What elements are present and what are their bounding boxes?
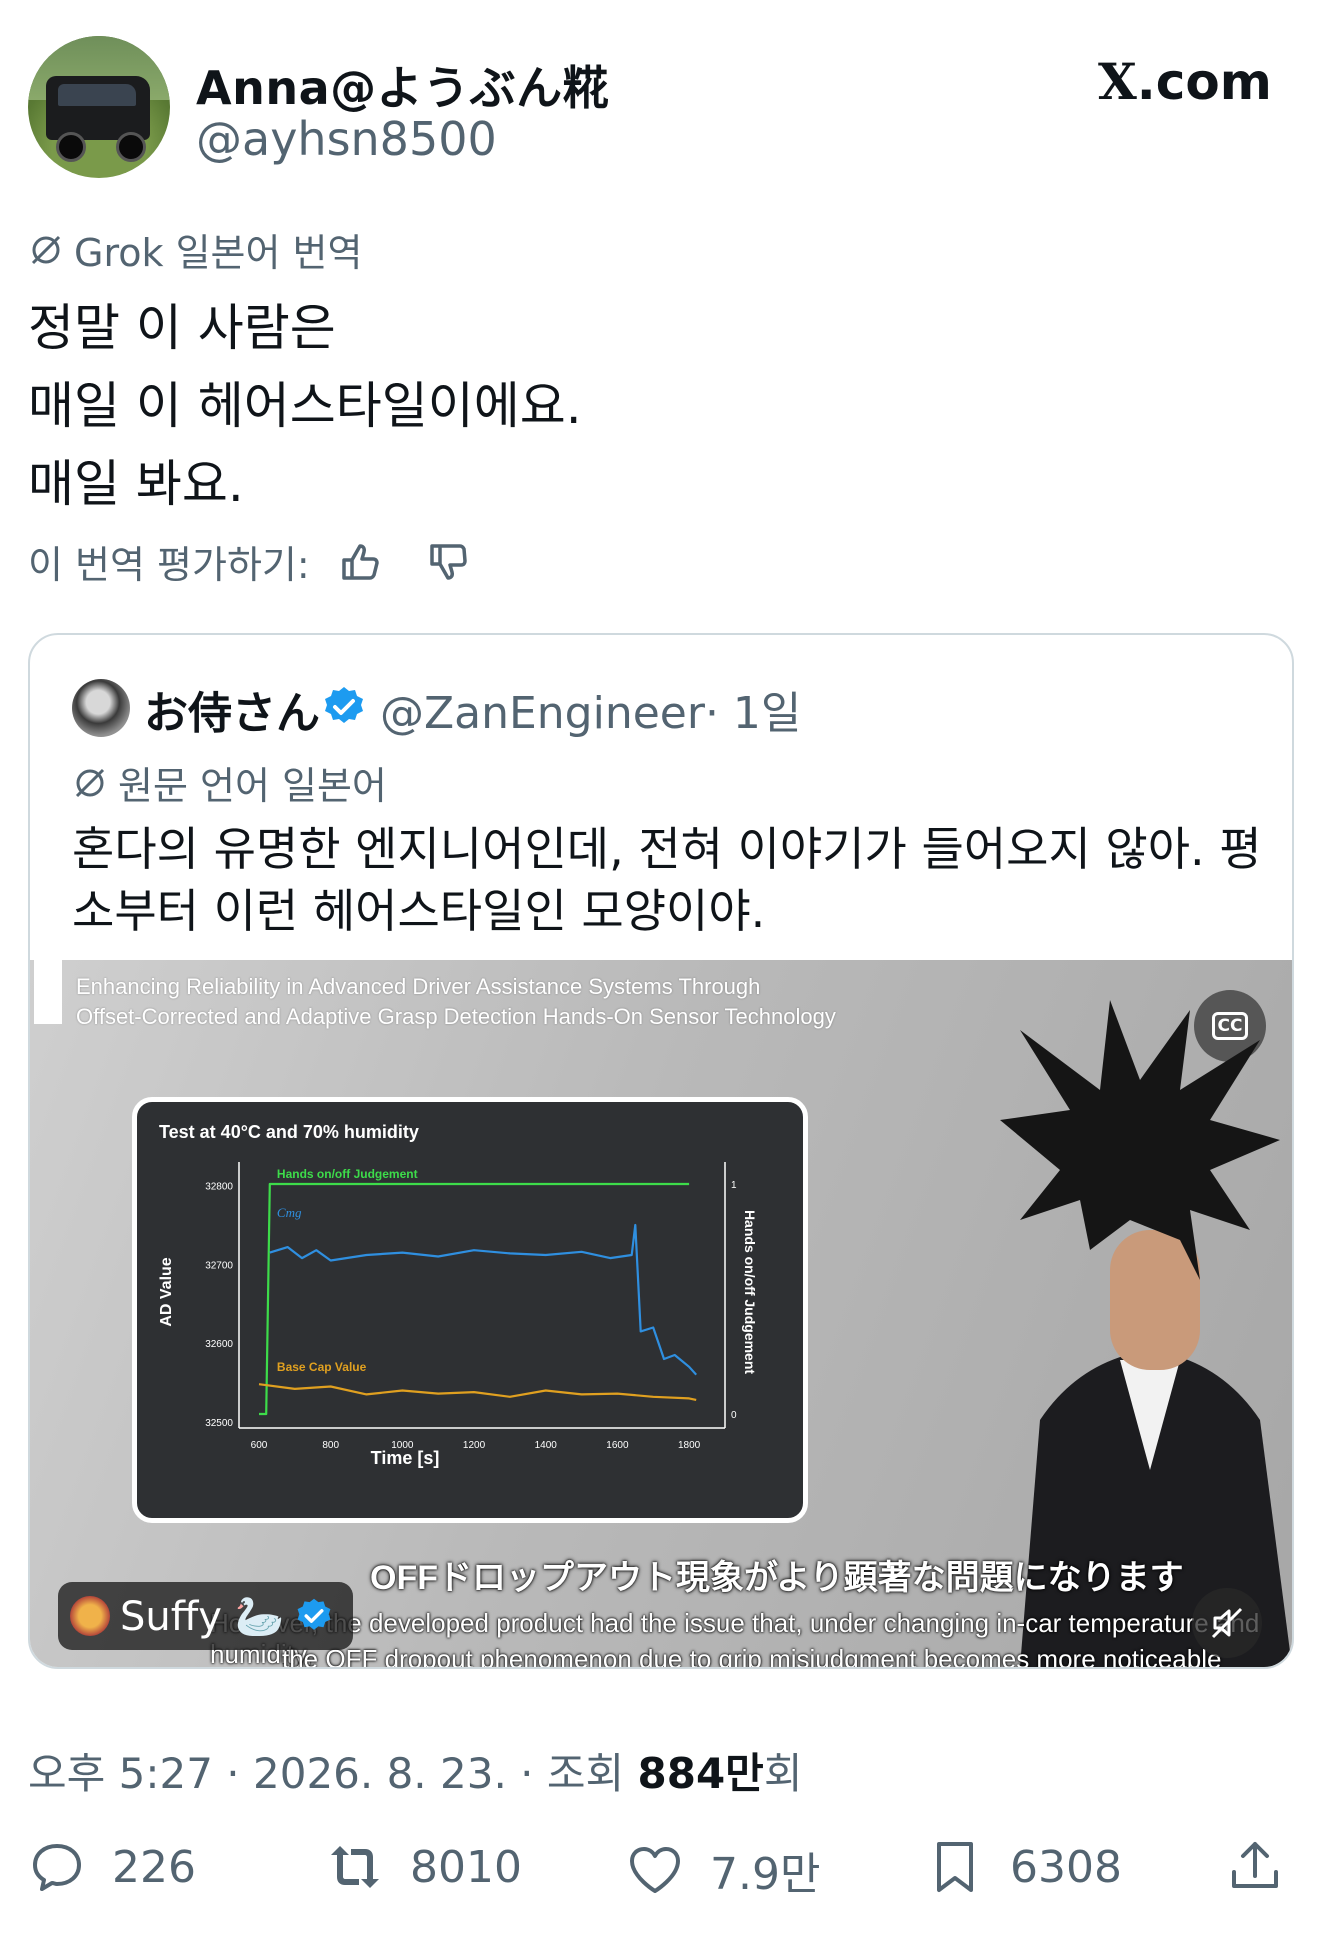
bookmark-button[interactable]: 6308 <box>926 1838 1122 1896</box>
x-tick-label-1: 800 <box>322 1440 339 1451</box>
channel-name: Suffy 🦢 <box>120 1593 285 1640</box>
translation-label: Grok 일본어 번역 <box>28 222 362 277</box>
quoted-tweet-card[interactable]: お侍さん @ZanEngineer· 1일 원문 언어 일본어 혼다의 유명한 … <box>28 633 1294 1669</box>
author-handle[interactable]: @ayhsn8500 <box>196 112 497 166</box>
series-label-2: Base Cap Value <box>277 1360 367 1374</box>
translation-label-text: Grok 일본어 번역 <box>74 231 363 275</box>
subtitle-english-2: the OFF dropout phenomenon due to grip m… <box>282 1644 1222 1667</box>
series-label-0: Hands on/off Judgement <box>277 1167 418 1181</box>
x-tick-label-0: 600 <box>251 1440 268 1451</box>
video-player[interactable]: Enhancing Reliability in Advanced Driver… <box>30 960 1292 1667</box>
rate-translation: 이 번역 평가하기: <box>28 534 470 589</box>
bookmark-icon <box>937 1842 973 1892</box>
quoted-author-name[interactable]: お侍さん <box>144 677 320 741</box>
translate-icon <box>75 768 105 797</box>
series-label-1: Cтg <box>277 1205 302 1220</box>
title-bar-accent <box>34 960 62 1024</box>
tweet-meta: 오후 5:27 · 2026. 8. 23. · 조회 884만회 <box>28 1740 802 1801</box>
y-tick-label-1: 32600 <box>205 1339 233 1350</box>
source-language-label: 원문 언어 일본어 <box>72 755 387 810</box>
thumbs-up-icon[interactable] <box>338 540 382 584</box>
author-name[interactable]: Anna@ようぶん糀 <box>196 52 609 118</box>
x-tick-label-6: 1800 <box>678 1440 701 1451</box>
quoted-handle-text: @ZanEngineer <box>380 688 705 739</box>
series-line-2 <box>258 1383 697 1401</box>
quoted-time: · 1일 <box>704 688 802 739</box>
quoted-author-avatar[interactable] <box>72 679 130 737</box>
line-chart: Test at 40°C and 70% humidity 32500 32600 3… <box>158 1122 758 1468</box>
source-language-text: 원문 언어 일본어 <box>118 764 387 808</box>
y2-tick-label-1: 1 <box>731 1180 737 1191</box>
rate-label: 이 번역 평가하기: <box>28 543 310 587</box>
mute-button[interactable] <box>1192 1588 1262 1658</box>
y-tick-label-3: 32800 <box>205 1182 233 1193</box>
y-tick-label-0: 32500 <box>205 1418 233 1429</box>
heart-icon <box>630 1847 680 1893</box>
video-title-line-2: Offset-Corrected and Adaptive Grasp Dete… <box>76 1004 836 1029</box>
video-title: Enhancing Reliability in Advanced Driver… <box>76 972 836 1032</box>
quoted-text-line-2: 소부터 이런 헤어스타일인 모양이야. <box>72 884 766 938</box>
reply-button[interactable]: 226 <box>28 1838 196 1896</box>
bookmark-count: 6308 <box>1010 1841 1122 1893</box>
like-count: 7.9만 <box>710 1849 821 1900</box>
thumbs-down-icon[interactable] <box>426 540 470 584</box>
site-suffix: .com <box>1136 53 1272 111</box>
chart-panel: Test at 40°C and 70% humidity 32500 32600 3… <box>132 1097 808 1523</box>
site-logo: X.com <box>1098 52 1272 111</box>
series-line-0 <box>259 1182 690 1416</box>
y2-axis-label: Hands on/off Judgement <box>742 1210 758 1374</box>
x-axis-label: Time [s] <box>371 1448 440 1468</box>
reply-count: 226 <box>112 1841 196 1893</box>
reply-icon <box>33 1844 81 1891</box>
channel-badge[interactable]: Suffy 🦢 <box>58 1582 353 1650</box>
share-button[interactable] <box>1226 1838 1284 1896</box>
chart-title: Test at 40°C and 70% humidity <box>159 1122 419 1142</box>
tweet-text-line-3: 매일 봐요. <box>28 455 244 513</box>
subtitle-japanese: OFFドロップアウト現象がより顕著な問題になります <box>370 1559 1184 1597</box>
view-count: 884만 <box>637 1749 764 1798</box>
verified-badge-icon <box>297 1598 330 1630</box>
author-avatar[interactable] <box>28 36 170 178</box>
quoted-text-line-1: 혼다의 유명한 엔지니어인데, 전혀 이야기가 들어오지 않아. 평 <box>72 822 1262 876</box>
tweet-text-line-1: 정말 이 사람은 <box>28 299 336 357</box>
x-tick-label-5: 1600 <box>606 1440 629 1451</box>
x-logo-icon: X <box>1098 52 1137 111</box>
like-button[interactable]: 7.9만 <box>626 1838 820 1902</box>
channel-avatar <box>70 1596 110 1636</box>
x-tick-label-4: 1400 <box>535 1440 558 1451</box>
video-title-line-1: Enhancing Reliability in Advanced Driver… <box>76 974 761 999</box>
x-tick-label-3: 1200 <box>463 1440 486 1451</box>
y2-tick-label-0: 0 <box>731 1410 737 1421</box>
repost-count: 8010 <box>410 1841 522 1893</box>
muted-speaker-icon <box>1211 1607 1243 1639</box>
y-tick-label-2: 32700 <box>205 1260 233 1271</box>
tweet-text-line-2: 매일 이 헤어스타일이에요. <box>28 377 582 435</box>
repost-button[interactable]: 8010 <box>326 1838 522 1896</box>
grok-icon <box>31 235 61 264</box>
view-suffix: 회 <box>763 1749 803 1798</box>
timestamp[interactable]: 오후 5:27 · 2026. 8. 23. · 조회 <box>28 1749 638 1798</box>
quoted-author-handle[interactable]: @ZanEngineer· 1일 <box>380 677 801 741</box>
share-icon <box>1232 1842 1278 1888</box>
verified-badge-icon <box>325 687 363 723</box>
series-line-1 <box>269 1223 698 1376</box>
y-axis-label: AD Value <box>158 1257 175 1326</box>
repost-icon <box>331 1846 379 1888</box>
